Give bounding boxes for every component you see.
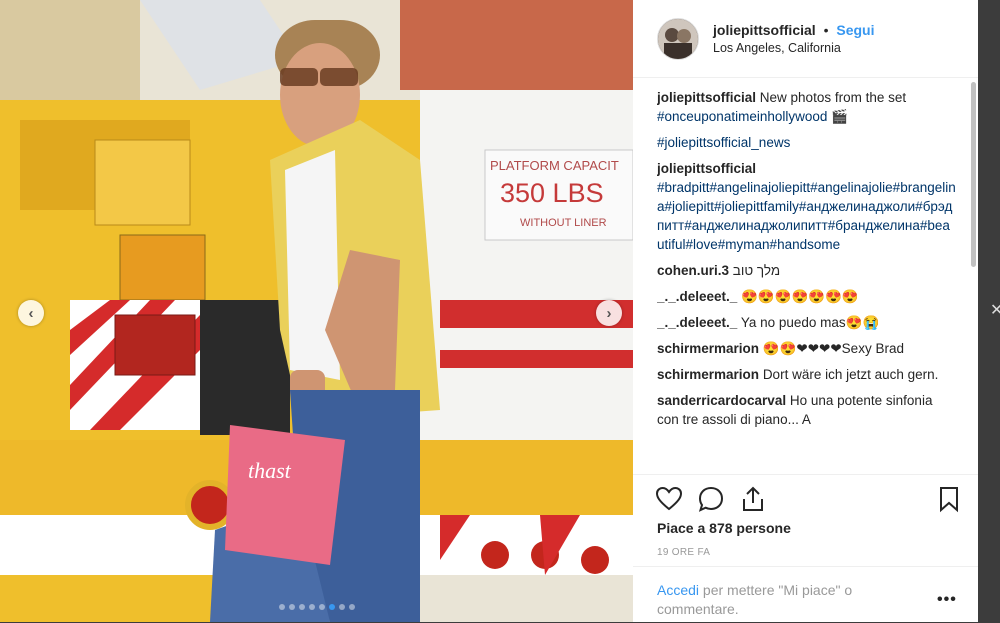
comment-hashtags[interactable]: #joliepittsofficial_news xyxy=(657,135,790,150)
post-sidebar: joliepittsofficial • Segui Los Angeles, … xyxy=(633,0,978,622)
comment-username[interactable]: schirmermarion xyxy=(657,341,759,356)
comment-text: 😍😍❤❤❤❤Sexy Brad xyxy=(762,341,904,356)
carousel-indicator xyxy=(0,604,633,610)
comment-text: Dort wäre ich jetzt auch gern. xyxy=(762,367,939,382)
comment-item: _._.deleeet._ Ya no puedo mas😍😭 xyxy=(657,313,957,332)
comment-text: New photos from the set xyxy=(759,90,907,105)
login-prompt: Accedi per mettere "Mi piace" o commenta… xyxy=(633,566,978,623)
comment-item: joliepittsofficial New photos from the s… xyxy=(657,88,957,126)
previous-photo-button[interactable]: ‹ xyxy=(18,300,44,326)
comment-username[interactable]: _._.deleeet._ xyxy=(657,315,737,330)
sign-line2: 350 LBS xyxy=(500,178,604,208)
more-options-icon[interactable]: ••• xyxy=(937,591,957,609)
carousel-dot[interactable] xyxy=(298,604,305,610)
bag-logo: thast xyxy=(248,458,292,483)
post-location[interactable]: Los Angeles, California xyxy=(713,39,875,57)
comment-item: schirmermarion Dort wäre ich jetzt auch … xyxy=(657,365,957,384)
comment-username[interactable]: cohen.uri.3 xyxy=(657,263,729,278)
avatar-photo-icon xyxy=(658,18,698,59)
comment-username[interactable]: joliepittsofficial xyxy=(657,161,756,176)
comments-scrollbar[interactable] xyxy=(971,82,976,267)
close-icon[interactable]: ✕ xyxy=(990,300,1000,320)
carousel-dot[interactable] xyxy=(318,604,325,610)
sign-line3: WITHOUT LINER xyxy=(520,217,607,229)
comment-item: cohen.uri.3 מלך טוב xyxy=(657,261,957,280)
comment-icon[interactable] xyxy=(697,485,725,513)
action-bar xyxy=(633,474,978,525)
post-photo[interactable]: PLATFORM CAPACIT 350 LBS WITHOUT LINER t… xyxy=(0,0,633,622)
post-username[interactable]: joliepittsofficial xyxy=(713,22,816,38)
post-header: joliepittsofficial • Segui Los Angeles, … xyxy=(633,0,978,78)
comment-text: 😍😍😍😍😍😍😍 xyxy=(741,289,859,304)
comment-hashtags[interactable]: #onceuponatimeinhollywood 🎬 xyxy=(657,109,848,124)
carousel-dot[interactable] xyxy=(288,604,295,610)
comment-text: Ya no puedo mas😍😭 xyxy=(740,315,880,330)
post-timestamp[interactable]: 19 ORE FA xyxy=(657,547,710,558)
avatar[interactable] xyxy=(657,17,699,60)
carousel-dot[interactable] xyxy=(348,604,355,610)
comment-username[interactable]: _._.deleeet._ xyxy=(657,289,737,304)
comment-item: #joliepittsofficial_news xyxy=(657,133,957,152)
next-photo-button[interactable]: › xyxy=(596,300,622,326)
comment-item: _._.deleeet._ 😍😍😍😍😍😍😍 xyxy=(657,287,957,306)
comment-hashtags[interactable]: #bradpitt#angelinajoliepitt#angelinajoli… xyxy=(657,180,956,252)
bookmark-icon[interactable] xyxy=(935,485,963,513)
photo-scene: PLATFORM CAPACIT 350 LBS WITHOUT LINER t… xyxy=(0,0,633,622)
carousel-dot[interactable] xyxy=(338,604,345,610)
comment-item: joliepittsofficial #bradpitt#angelinajol… xyxy=(657,159,957,254)
separator-dot: • xyxy=(823,21,829,38)
comment-item: schirmermarion 😍😍❤❤❤❤Sexy Brad xyxy=(657,339,957,358)
comment-item: sanderricardocarval Ho una potente sinfo… xyxy=(657,391,957,429)
follow-button[interactable]: Segui xyxy=(836,22,874,38)
carousel-dot[interactable] xyxy=(328,604,335,610)
comment-text: מלך טוב xyxy=(732,263,781,278)
comment-username[interactable]: joliepittsofficial xyxy=(657,90,756,105)
comment-username[interactable]: sanderricardocarval xyxy=(657,393,786,408)
likes-count[interactable]: Piace a 878 persone xyxy=(657,520,791,536)
login-link[interactable]: Accedi xyxy=(657,582,699,598)
share-icon[interactable] xyxy=(739,485,767,513)
carousel-dot[interactable] xyxy=(278,604,285,610)
sign-line1: PLATFORM CAPACIT xyxy=(490,158,619,173)
comments-list[interactable]: joliepittsofficial New photos from the s… xyxy=(657,88,957,473)
carousel-dot[interactable] xyxy=(308,604,315,610)
heart-icon[interactable] xyxy=(655,485,683,513)
comment-username[interactable]: schirmermarion xyxy=(657,367,759,382)
